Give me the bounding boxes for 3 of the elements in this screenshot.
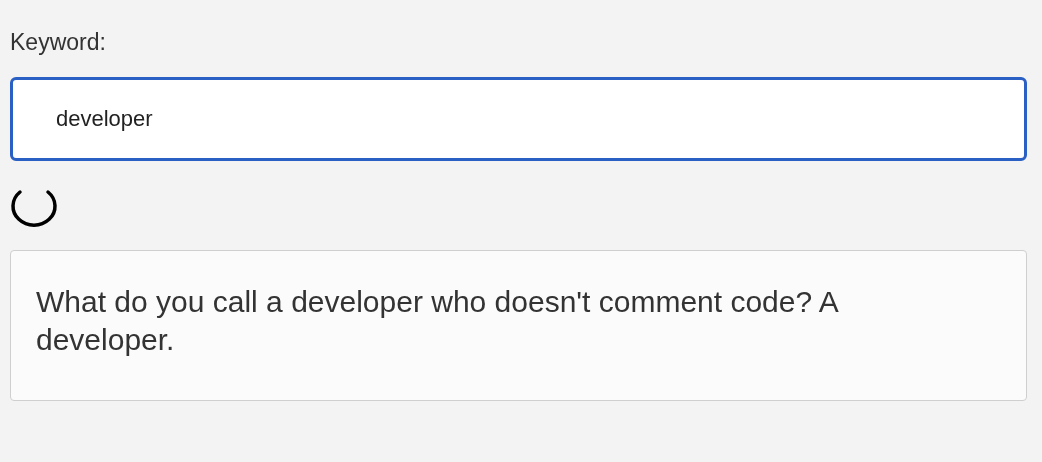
joke-text: What do you call a developer who doesn't comment code? A developer.: [36, 284, 839, 358]
field-label: Keyword:: [10, 28, 107, 57]
keyword-field[interactable]: developer: [10, 77, 1027, 161]
